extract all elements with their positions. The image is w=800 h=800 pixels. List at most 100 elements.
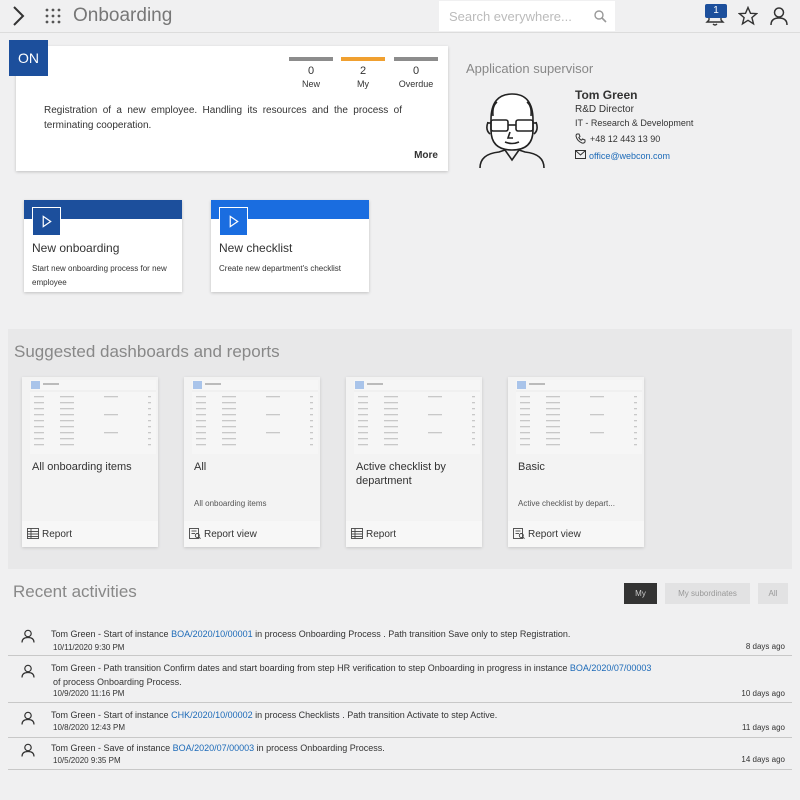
- activity-text-part: HR verification: [337, 663, 396, 673]
- expand-menu-chevron-icon[interactable]: [8, 5, 28, 27]
- activity-text-part: - Start of instance: [95, 629, 172, 639]
- dashboard-type-label: Report: [42, 529, 73, 540]
- dashboard-subtitle: All onboarding items: [194, 499, 267, 508]
- instance-link[interactable]: BOA/2020/10/00001: [171, 629, 253, 639]
- search-icon[interactable]: [594, 10, 607, 23]
- counter-my[interactable]: 2 My: [341, 57, 385, 89]
- supervisor-role: R&D Director: [575, 104, 634, 115]
- activity-timestamp: 10/11/2020 9:30 PM: [53, 643, 125, 652]
- report-thumbnail: [516, 380, 642, 454]
- section-title: Suggested dashboards and reports: [14, 342, 280, 361]
- filter-all-button[interactable]: All: [758, 583, 788, 604]
- user-profile-icon[interactable]: [769, 6, 789, 26]
- report-thumbnail: [192, 380, 318, 454]
- activity-text-part: - Save of instance: [95, 743, 173, 753]
- search-input[interactable]: [439, 1, 589, 31]
- activity-text-part: - Path transition: [95, 663, 164, 673]
- dashboard-card[interactable]: Active checklist by department Report: [346, 377, 482, 547]
- report-thumbnail: [30, 380, 156, 454]
- activity-text-part: Registration.: [519, 629, 571, 639]
- activity-item[interactable]: Tom Green - Save of instance BOA/2020/07…: [8, 738, 792, 770]
- app-info-card: 0 New 2 My 0 Overdue Registration of a n…: [16, 46, 448, 171]
- activity-item[interactable]: Tom Green - Path transition Confirm date…: [8, 656, 792, 703]
- activity-ago: 10 days ago: [741, 689, 785, 698]
- user-icon: [21, 711, 35, 725]
- report-view-icon: [189, 528, 201, 539]
- filter-my-subordinates-button[interactable]: My subordinates: [665, 583, 750, 604]
- activity-text-part: to step: [438, 710, 471, 720]
- dashboard-footer: Report view: [184, 521, 320, 547]
- activity-item[interactable]: Tom Green - Start of instance BOA/2020/1…: [8, 621, 792, 656]
- dashboard-card[interactable]: Basic Active checklist by depart... Report…: [508, 377, 644, 547]
- activity-timestamp: 10/8/2020 12:43 PM: [53, 723, 126, 732]
- activity-text-part: in process: [254, 743, 301, 753]
- phone-icon: [575, 133, 586, 144]
- tile-description: Create new department's checklist: [219, 264, 342, 273]
- top-bar: Onboarding 1: [0, 0, 800, 33]
- notifications-button[interactable]: 1: [703, 3, 727, 27]
- counter-bar: [341, 57, 385, 61]
- activity-text-part: in process: [252, 710, 299, 720]
- filter-my-button[interactable]: My: [624, 583, 657, 604]
- app-title: Onboarding: [73, 5, 173, 26]
- global-search: [439, 1, 615, 31]
- supervisor-heading: Application supervisor: [466, 61, 594, 76]
- activity-actor: Tom Green: [51, 710, 96, 720]
- user-icon: [21, 743, 35, 757]
- start-tile-new-onboarding[interactable]: New onboarding Start new onboarding proc…: [24, 200, 182, 292]
- activity-item[interactable]: Tom Green - Start of instance CHK/2020/1…: [8, 703, 792, 738]
- instance-link[interactable]: CHK/2020/10/00002: [171, 710, 253, 720]
- instance-link[interactable]: BOA/2020/07/00003: [173, 743, 255, 753]
- play-icon: [219, 207, 248, 236]
- activity-text: Tom Green - Start of instance BOA/2020/1…: [51, 626, 741, 642]
- supervisor-email-link[interactable]: office@webcon.com: [589, 151, 670, 161]
- favorites-star-icon[interactable]: [738, 6, 758, 26]
- dashboard-card[interactable]: All onboarding items Report: [22, 377, 158, 547]
- activity-actor: Tom Green: [51, 743, 96, 753]
- more-link[interactable]: More: [414, 150, 438, 161]
- app-grid-icon[interactable]: [45, 8, 61, 24]
- activity-actor: Tom Green: [51, 629, 96, 639]
- dashboard-name: All: [194, 461, 207, 473]
- activity-text-part: . Path transition: [380, 629, 449, 639]
- dashboard-card[interactable]: All All onboarding items Report view: [184, 377, 320, 547]
- dashboard-type-label: Report view: [204, 529, 257, 540]
- supervisor-department: IT - Research & Development: [575, 118, 694, 128]
- counter-overdue[interactable]: 0 Overdue: [394, 57, 438, 89]
- start-tile-new-checklist[interactable]: New checklist Create new department's ch…: [211, 200, 369, 292]
- counter-new[interactable]: 0 New: [289, 57, 333, 89]
- dashboard-name: All onboarding items: [32, 461, 132, 473]
- activity-ago: 8 days ago: [745, 642, 785, 651]
- instance-link[interactable]: BOA/2020/07/00003: [570, 663, 652, 673]
- activity-ago: 14 days ago: [741, 755, 785, 764]
- user-icon: [21, 629, 35, 643]
- activity-text: Tom Green - Save of instance BOA/2020/07…: [51, 740, 741, 756]
- activity-timestamp: 10/5/2020 9:35 PM: [53, 756, 121, 765]
- activity-text-part: Onboarding in progress: [427, 663, 522, 673]
- dashboard-subtitle: Active checklist by depart...: [518, 499, 615, 508]
- activity-actor: Tom Green: [51, 663, 96, 673]
- report-grid-icon: [27, 528, 39, 539]
- counter-value: 2: [359, 65, 367, 77]
- activity-text-part: to step: [395, 663, 428, 673]
- recent-activities-title: Recent activities: [13, 582, 137, 601]
- app-badge: ON: [9, 40, 48, 76]
- counter-bar: [289, 57, 333, 61]
- activity-text-part: Checklists: [298, 710, 340, 720]
- activity-text-part: Onboarding Process: [298, 629, 381, 639]
- activity-text-part: to step: [487, 629, 520, 639]
- dashboard-type-label: Report view: [528, 529, 581, 540]
- supervisor-avatar-icon: [479, 93, 545, 169]
- user-icon: [21, 664, 35, 678]
- counter-label: New: [301, 79, 320, 89]
- report-thumbnail: [354, 380, 480, 454]
- report-view-icon: [513, 528, 525, 539]
- activity-text-part: . Path transition: [339, 710, 407, 720]
- dashboard-name: Active checklist by department: [356, 461, 446, 487]
- activity-ago: 11 days ago: [742, 723, 785, 732]
- play-icon: [32, 207, 61, 236]
- activity-text-line2: of process Onboarding Process.: [53, 674, 743, 690]
- supervisor-name: Tom Green: [575, 88, 638, 102]
- activity-text-part: from step: [294, 663, 338, 673]
- dashboard-footer: Report: [346, 521, 482, 547]
